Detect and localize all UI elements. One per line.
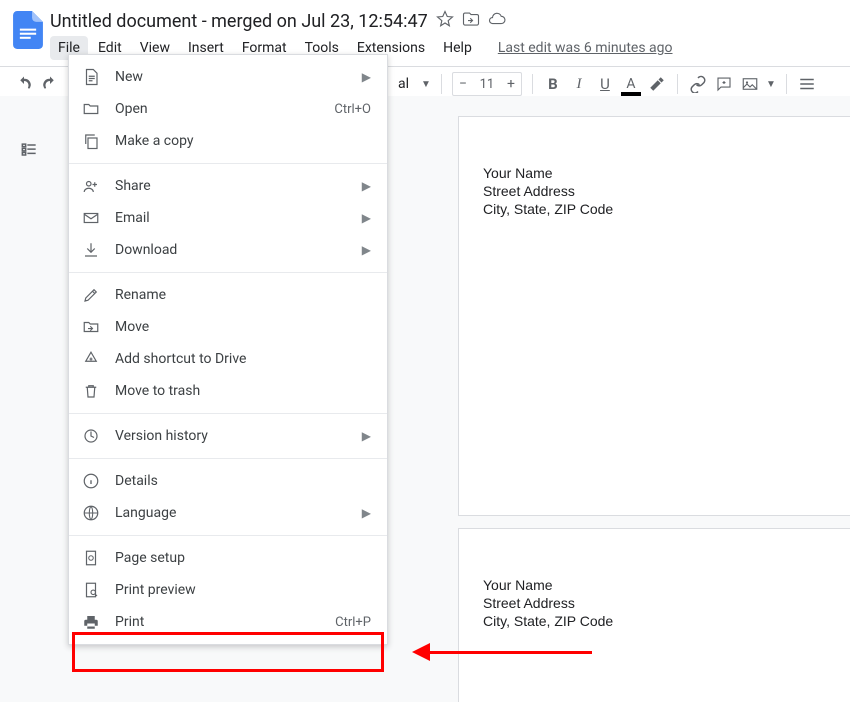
- menu-email[interactable]: Email ▶: [69, 202, 387, 234]
- chevron-down-icon[interactable]: ▼: [421, 79, 431, 90]
- info-icon: [81, 471, 101, 491]
- page-setup-icon: [81, 548, 101, 568]
- document-title[interactable]: Untitled document - merged on Jul 23, 12…: [50, 11, 428, 32]
- menu-open[interactable]: Open Ctrl+O: [69, 93, 387, 125]
- move-folder-icon[interactable]: [462, 10, 480, 32]
- font-size-increase[interactable]: +: [501, 76, 521, 92]
- separator: [69, 272, 387, 273]
- menu-page-setup[interactable]: Page setup: [69, 542, 387, 574]
- chevron-right-icon: ▶: [362, 429, 371, 443]
- doc-text[interactable]: Street Address: [483, 595, 850, 611]
- separator: [677, 74, 678, 94]
- doc-text[interactable]: Street Address: [483, 183, 850, 199]
- font-family[interactable]: al: [392, 76, 415, 92]
- font-size-value[interactable]: 11: [473, 77, 501, 92]
- doc-text[interactable]: City, State, ZIP Code: [483, 201, 850, 217]
- left-rail: [0, 96, 58, 702]
- italic-button[interactable]: I: [569, 74, 589, 94]
- menu-new[interactable]: New ▶: [69, 61, 387, 93]
- link-icon[interactable]: [688, 74, 708, 94]
- header: Untitled document - merged on Jul 23, 12…: [0, 0, 850, 60]
- document-page[interactable]: Your Name Street Address City, State, ZI…: [458, 116, 850, 516]
- folder-icon: [81, 99, 101, 119]
- chevron-down-icon[interactable]: ▼: [766, 79, 776, 90]
- underline-button[interactable]: U: [595, 74, 615, 94]
- document-page[interactable]: Your Name Street Address City, State, ZI…: [458, 528, 850, 702]
- separator: [441, 74, 442, 94]
- last-edit-link[interactable]: Last edit was 6 minutes ago: [498, 40, 673, 56]
- menu-version-history[interactable]: Version history ▶: [69, 420, 387, 452]
- email-icon: [81, 208, 101, 228]
- cloud-icon[interactable]: [488, 10, 506, 32]
- menu-details[interactable]: Details: [69, 465, 387, 497]
- shortcut-label: Ctrl+P: [335, 615, 371, 630]
- chevron-right-icon: ▶: [362, 243, 371, 257]
- chevron-right-icon: ▶: [362, 211, 371, 225]
- image-icon[interactable]: [740, 74, 760, 94]
- menu-help[interactable]: Help: [435, 36, 480, 60]
- trash-icon: [81, 381, 101, 401]
- outline-icon[interactable]: [19, 140, 39, 164]
- docs-logo-icon[interactable]: [10, 8, 46, 52]
- menu-print-preview[interactable]: Print preview: [69, 574, 387, 606]
- print-icon: [81, 612, 101, 632]
- comment-icon[interactable]: [714, 74, 734, 94]
- separator: [786, 74, 787, 94]
- copy-icon: [81, 131, 101, 151]
- separator: [69, 458, 387, 459]
- print-preview-icon: [81, 580, 101, 600]
- menu-trash[interactable]: Move to trash: [69, 375, 387, 407]
- chevron-right-icon: ▶: [362, 70, 371, 84]
- history-icon: [81, 426, 101, 446]
- shortcut-label: Ctrl+O: [334, 102, 371, 117]
- highlight-icon[interactable]: [647, 74, 667, 94]
- chevron-right-icon: ▶: [362, 179, 371, 193]
- menu-language[interactable]: Language ▶: [69, 497, 387, 529]
- menu-rename[interactable]: Rename: [69, 279, 387, 311]
- undo-icon[interactable]: [14, 74, 34, 94]
- menu-add-shortcut[interactable]: Add shortcut to Drive: [69, 343, 387, 375]
- align-icon[interactable]: [797, 74, 817, 94]
- rename-icon: [81, 285, 101, 305]
- globe-icon: [81, 503, 101, 523]
- text-color-button[interactable]: A: [621, 74, 641, 94]
- download-icon: [81, 240, 101, 260]
- menu-download[interactable]: Download ▶: [69, 234, 387, 266]
- bold-button[interactable]: B: [543, 74, 563, 94]
- menu-print[interactable]: Print Ctrl+P: [69, 606, 387, 638]
- doc-text[interactable]: Your Name: [483, 165, 850, 181]
- move-icon: [81, 317, 101, 337]
- separator: [532, 74, 533, 94]
- star-icon[interactable]: [436, 10, 454, 32]
- separator: [69, 413, 387, 414]
- document-icon: [81, 67, 101, 87]
- file-menu-dropdown: New ▶ Open Ctrl+O Make a copy Share ▶ Em…: [68, 54, 388, 645]
- separator: [69, 535, 387, 536]
- menu-share[interactable]: Share ▶: [69, 170, 387, 202]
- share-icon: [81, 176, 101, 196]
- font-size: − 11 +: [452, 72, 522, 96]
- menu-move[interactable]: Move: [69, 311, 387, 343]
- doc-text[interactable]: Your Name: [483, 577, 850, 593]
- separator: [69, 163, 387, 164]
- menu-make-copy[interactable]: Make a copy: [69, 125, 387, 157]
- redo-icon[interactable]: [40, 74, 60, 94]
- drive-shortcut-icon: [81, 349, 101, 369]
- doc-text[interactable]: City, State, ZIP Code: [483, 613, 850, 629]
- font-size-decrease[interactable]: −: [453, 76, 473, 92]
- chevron-right-icon: ▶: [362, 506, 371, 520]
